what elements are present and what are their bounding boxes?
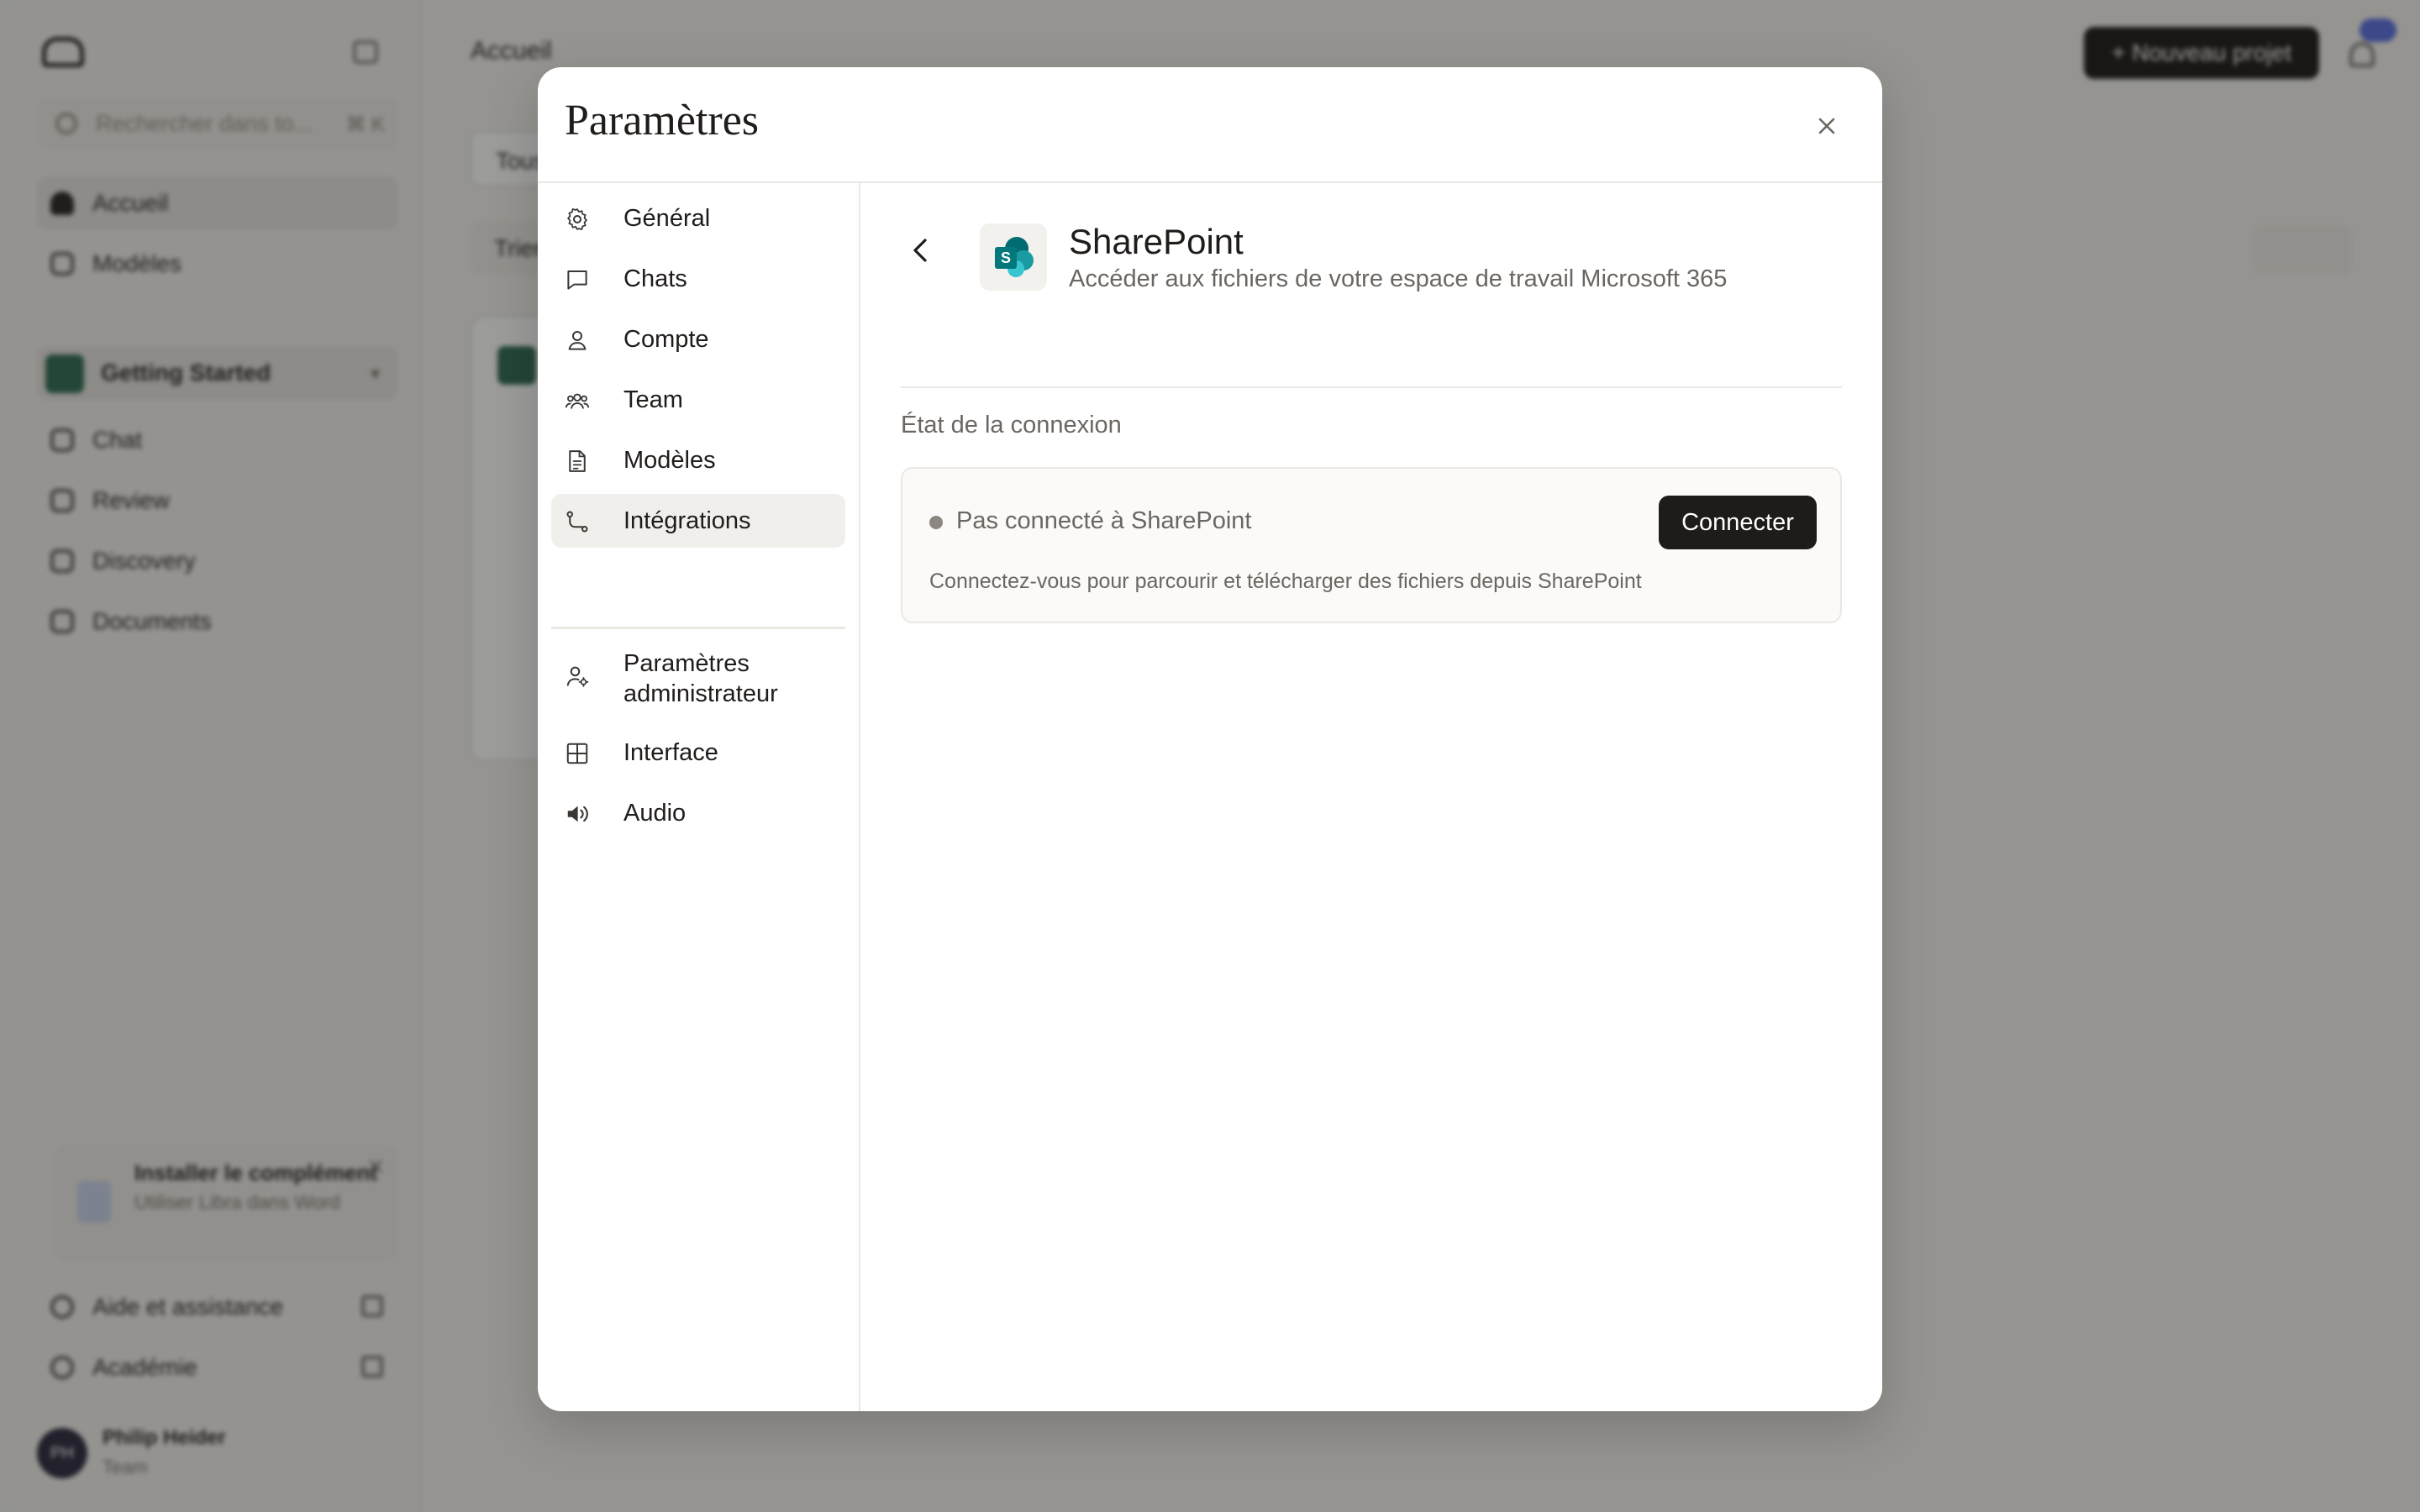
nav-item-label: Modèles <box>623 446 716 474</box>
nav-item-admin-settings[interactable]: Paramètres administrateur <box>551 637 845 717</box>
connection-status-text: Pas connecté à SharePoint <box>956 507 1252 534</box>
close-button[interactable] <box>1805 104 1849 148</box>
connection-hint: Connectez-vous pour parcourir et télécha… <box>929 570 1642 593</box>
connection-status-card: Pas connecté à SharePoint Connecter Conn… <box>901 467 1842 623</box>
connection-status-heading: État de la connexion <box>901 412 1122 438</box>
nav-divider <box>551 627 845 629</box>
nav-item-label: Général <box>623 204 711 232</box>
nav-item-label: Paramètres administrateur <box>623 650 778 707</box>
nav-item-label: Audio <box>623 799 687 827</box>
nav-item-modeles[interactable]: Modèles <box>551 433 845 487</box>
nav-item-audio[interactable]: Audio <box>551 786 845 840</box>
svg-text:S: S <box>1001 249 1011 266</box>
modal-title: Paramètres <box>565 97 760 144</box>
settings-modal: Paramètres Général Chats Compte Team Mod… <box>538 67 1882 1411</box>
divider <box>901 386 1842 388</box>
chevron-left-icon <box>913 239 927 262</box>
modal-header: Paramètres <box>538 67 1882 183</box>
gear-icon <box>565 207 590 232</box>
user-icon <box>565 328 590 353</box>
nav-item-compte[interactable]: Compte <box>551 312 845 366</box>
connect-button[interactable]: Connecter <box>1659 496 1817 549</box>
integration-detail: S SharePoint Accéder aux fichiers de vot… <box>862 183 1882 1411</box>
nav-item-chats[interactable]: Chats <box>551 252 845 306</box>
status-indicator-icon <box>929 516 943 529</box>
integration-name: SharePoint <box>1069 222 1244 261</box>
nav-item-interface[interactable]: Interface <box>551 726 845 780</box>
chat-bubble-icon <box>565 267 590 292</box>
nav-item-label: Chats <box>623 265 687 292</box>
document-icon <box>565 449 590 474</box>
speaker-icon <box>565 801 590 827</box>
grid-icon <box>565 741 590 766</box>
integration-description: Accéder aux fichiers de votre espace de … <box>1069 265 1728 292</box>
nav-item-team[interactable]: Team <box>551 373 845 427</box>
nav-item-label: Compte <box>623 325 709 353</box>
nav-item-label: Interface <box>623 738 718 766</box>
settings-nav: Général Chats Compte Team Modèles Intégr… <box>538 183 860 1411</box>
admin-user-icon <box>565 664 590 689</box>
nav-item-integrations[interactable]: Intégrations <box>551 494 845 548</box>
team-icon <box>565 388 590 413</box>
integration-icon <box>565 509 590 534</box>
nav-item-general[interactable]: Général <box>551 192 845 245</box>
nav-item-label: Team <box>623 386 683 413</box>
nav-item-label: Intégrations <box>623 507 751 534</box>
close-icon <box>1818 118 1835 134</box>
back-button[interactable] <box>896 225 946 276</box>
sharepoint-icon: S <box>980 223 1047 291</box>
